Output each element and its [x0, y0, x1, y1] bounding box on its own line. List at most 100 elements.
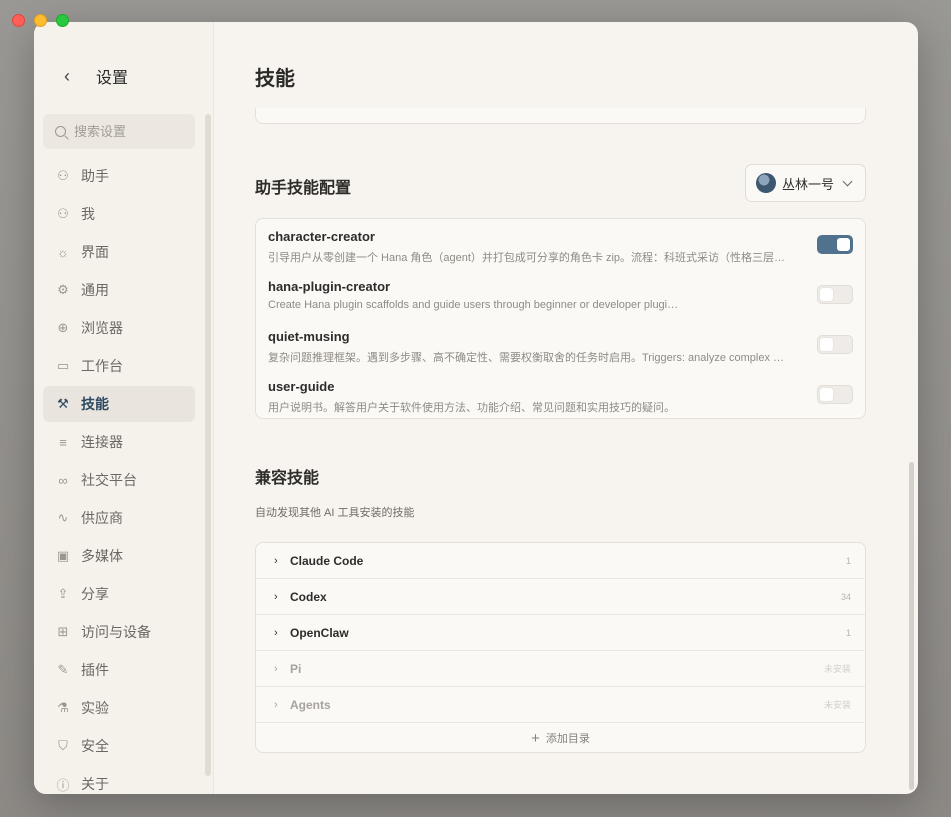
sidebar-item[interactable]: ⚗ 实验 — [43, 690, 195, 726]
skill-toggle[interactable] — [817, 235, 853, 254]
compat-source-row[interactable]: › Pi 未安装 — [256, 651, 865, 687]
compat-source-count: 未安装 — [823, 664, 851, 674]
share-icon: ⇪ — [57, 586, 69, 601]
sidebar-item-label: 工作台 — [81, 358, 123, 374]
search-input[interactable] — [74, 124, 184, 139]
sidebar-item[interactable]: ⚒ 技能 — [43, 386, 195, 422]
skill-description: 引导用户从零创建一个 Hana 角色（agent）并打包成可分享的角色卡 zip… — [268, 252, 786, 264]
skill-row: character-creator 引导用户从零创建一个 Hana 角色（agen… — [256, 227, 865, 277]
skill-row: hana-plugin-creator Create Hana plugin sc… — [256, 277, 865, 327]
chevron-right-icon: › — [274, 698, 278, 711]
skill-row: user-guide 用户说明书。解答用户关于软件使用方法、功能介绍、常见问题和实… — [256, 377, 865, 427]
sidebar-item-label: 访问与设备 — [81, 624, 151, 640]
sidebar-item-label: 通用 — [81, 282, 109, 298]
wrench-icon: ⚒ — [57, 396, 69, 411]
close-window-button[interactable] — [12, 14, 25, 27]
sidebar-item-label: 连接器 — [81, 434, 123, 450]
sidebar-item[interactable]: ▭ 工作台 — [43, 348, 195, 384]
image-icon: ▣ — [56, 548, 70, 563]
sidebar-item[interactable]: ⊕ 浏览器 — [43, 310, 195, 346]
chevron-down-icon — [842, 176, 853, 186]
sidebar-item-label: 技能 — [81, 396, 109, 412]
skill-description: 复杂问题推理框架。遇到多步骤、高不确定性、需要权衡取舍的任务时启用。Trigge… — [268, 352, 785, 364]
sidebar-item[interactable]: ▣ 多媒体 — [43, 538, 195, 574]
device-icon: ⊞ — [57, 624, 69, 639]
link-icon: ∞ — [58, 472, 68, 488]
sidebar-item[interactable]: ≡ 连接器 — [43, 424, 195, 460]
sidebar-item-label: 实验 — [81, 700, 109, 716]
sidebar-item[interactable]: ⚙ 通用 — [43, 272, 195, 308]
toggle-knob — [837, 238, 850, 251]
sidebar-item-label: 分享 — [81, 586, 109, 602]
sidebar-item-label: 助手 — [81, 168, 109, 184]
skill-name: user-guide — [268, 379, 335, 394]
add-directory-label: 添加目录 — [545, 733, 590, 745]
sidebar-item[interactable]: ✎ 插件 — [43, 652, 195, 688]
compat-source-row[interactable]: › Codex 34 — [256, 579, 865, 615]
skill-description: Create Hana plugin scaffolds and guide u… — [268, 299, 679, 311]
sidebar-nav: ⚇ 助手 ⚇ 我 ☼ 界面 ⚙ 通用 ⊕ 浏览器 ▭ 工作台 ⚒ 技能 ≡ 连接器 ∞ 社交平台 ∿ 供应商 ▣ 多媒体 ⇪… — [43, 158, 195, 794]
sidebar-item-label: 供应商 — [81, 510, 123, 526]
sidebar-item[interactable]: ⇪ 分享 — [43, 576, 195, 612]
toggle-knob — [820, 288, 833, 301]
globe-icon: ⊕ — [57, 320, 69, 335]
main-scrollbar[interactable] — [909, 462, 914, 790]
sidebar-item[interactable]: ⊞ 访问与设备 — [43, 614, 195, 650]
sidebar-scrollbar[interactable] — [205, 114, 211, 776]
sidebar-item-label: 浏览器 — [81, 320, 123, 336]
sidebar-item[interactable]: ⚇ 我 — [43, 196, 195, 232]
chevron-left-icon[interactable]: ‹ — [64, 67, 76, 85]
sliders-icon: ≡ — [59, 434, 67, 450]
zoom-window-button[interactable] — [56, 14, 69, 27]
skills-list: character-creator 引导用户从零创建一个 Hana 角色（agen… — [255, 218, 866, 419]
window-controls — [12, 14, 69, 27]
compat-source-count: 1 — [845, 627, 851, 638]
toggle-knob — [820, 388, 833, 401]
toggle-knob — [820, 338, 833, 351]
sidebar-item[interactable]: ⛉ 安全 — [43, 728, 195, 764]
chevron-right-icon: › — [274, 626, 278, 639]
user-icon: ⚇ — [57, 206, 69, 221]
agent-select-value: 丛林一号 — [782, 176, 835, 192]
sidebar-item[interactable]: ☼ 界面 — [43, 234, 195, 270]
sidebar-item[interactable]: ⚇ 助手 — [43, 158, 195, 194]
skill-row: quiet-musing 复杂问题推理框架。遇到多步骤、高不确定性、需要权衡取舍的… — [256, 327, 865, 377]
gear-icon: ⚙ — [57, 282, 69, 297]
sidebar-item-label: 我 — [81, 206, 95, 222]
sidebar-item[interactable]: ∞ 社交平台 — [43, 462, 195, 498]
skill-toggle[interactable] — [817, 385, 853, 404]
compat-source-row[interactable]: › OpenClaw 1 — [256, 615, 865, 651]
assistant-skills-title: 助手技能配置 — [255, 180, 352, 197]
compat-source-name: Codex — [290, 589, 327, 604]
sidebar-header: ‹ 设置 — [64, 64, 128, 88]
compat-sources-list: › Claude Code 1 › Codex 34 › OpenClaw 1 › Pi 未安装 › Ag… — [255, 542, 866, 753]
chevron-right-icon: › — [274, 590, 278, 603]
briefcase-icon: ▭ — [56, 358, 70, 373]
skill-toggle[interactable] — [817, 285, 853, 304]
compat-source-count: 34 — [840, 591, 851, 602]
sidebar-item[interactable]: ⓘ 关于 — [43, 766, 195, 794]
compat-source-count: 未安装 — [823, 700, 851, 710]
feather-icon: ✎ — [57, 662, 69, 677]
chevron-right-icon: › — [274, 662, 278, 675]
sidebar-item-label: 安全 — [81, 738, 109, 754]
compat-source-row[interactable]: › Agents 未安装 — [256, 687, 865, 723]
compat-source-row[interactable]: › Claude Code 1 — [256, 543, 865, 579]
sidebar-item-label: 关于 — [81, 776, 109, 792]
minimize-window-button[interactable] — [34, 14, 47, 27]
sidebar-item[interactable]: ∿ 供应商 — [43, 500, 195, 536]
avatar — [756, 173, 776, 193]
person-icon: ⚇ — [57, 168, 69, 183]
compat-source-name: Agents — [290, 697, 331, 712]
info-icon: ⓘ — [56, 777, 70, 793]
activity-icon: ∿ — [57, 510, 69, 525]
add-directory-button[interactable]: + 添加目录 — [256, 723, 865, 752]
skill-description: 用户说明书。解答用户关于软件使用方法、功能介绍、常见问题和实用技巧的疑问。 — [268, 402, 675, 414]
compat-source-name: Pi — [290, 661, 302, 676]
settings-search[interactable] — [43, 114, 195, 149]
skill-toggle[interactable] — [817, 335, 853, 354]
settings-main: 技能 助手技能配置 丛林一号 character-creator 引导用户从零创建… — [215, 22, 918, 794]
agent-select[interactable]: 丛林一号 — [745, 164, 866, 202]
sidebar-item-label: 插件 — [81, 662, 109, 678]
plus-icon: + — [531, 729, 540, 747]
